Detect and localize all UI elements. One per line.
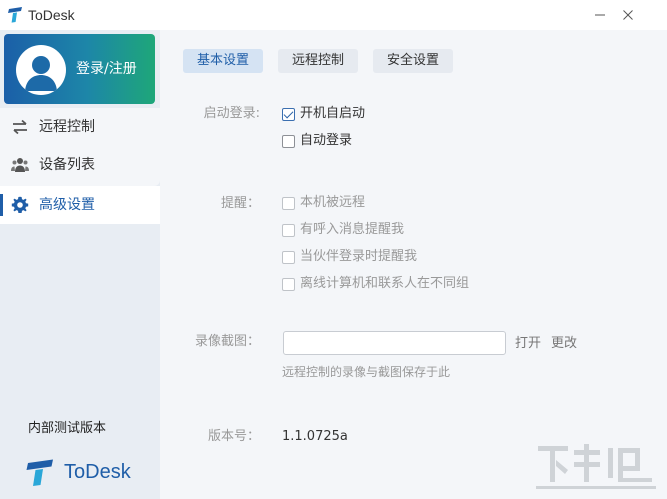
settings-panel: 基本设置 远程控制 安全设置 启动登录: 开机自启动 自动登录 提醒： 本机被远… [160, 30, 667, 499]
todesk-logo-icon [8, 7, 22, 23]
incoming-message-reminder-checkbox[interactable]: 有呼入消息提醒我 [282, 221, 404, 239]
login-label: 登录/注册 [76, 61, 137, 77]
swap-arrows-icon [11, 118, 29, 136]
partner-login-reminder-checkbox[interactable]: 当伙伴登录时提醒我 [282, 248, 417, 266]
build-tag: 内部测试版本 [28, 421, 107, 436]
sidebar-item-remote-control[interactable]: 远程控制 [0, 108, 160, 146]
recording-path-input[interactable] [283, 331, 506, 355]
checkbox-unchecked[interactable] [282, 196, 295, 210]
autostart-checkbox[interactable]: 开机自启动 [282, 105, 365, 123]
checkbox-unchecked[interactable] [282, 223, 295, 237]
users-icon [11, 156, 29, 174]
sidebar: 登录/注册 远程控制 设备列表 高级设置 内部测试版本 ToDesk [0, 30, 160, 499]
change-folder-button[interactable]: 更改 [551, 335, 577, 353]
watermark-logo-icon [536, 444, 656, 489]
version-label: 版本号： [207, 429, 260, 444]
minimize-icon [595, 14, 605, 16]
login-card[interactable]: 登录/注册 [4, 34, 155, 104]
sidebar-item-label: 远程控制 [39, 119, 95, 135]
checkbox-unchecked[interactable] [282, 250, 295, 264]
checkbox-label: 离线计算机和联系人在不同组 [300, 276, 470, 291]
brand-name: ToDesk [64, 460, 131, 483]
close-button[interactable] [618, 5, 638, 25]
checkbox-label: 自动登录 [300, 133, 353, 148]
checkbox-unchecked[interactable] [282, 134, 295, 148]
recording-hint: 远程控制的录像与截图保存于此 [282, 365, 451, 379]
open-folder-button[interactable]: 打开 [515, 335, 541, 353]
window-title: ToDesk [28, 7, 75, 23]
tab-security-settings[interactable]: 安全设置 [373, 49, 454, 73]
checkbox-label: 本机被远程 [300, 195, 366, 210]
close-icon [623, 10, 633, 20]
version-value: 1.1.0725a [282, 429, 348, 444]
checkbox-unchecked[interactable] [282, 277, 295, 291]
tab-remote-control[interactable]: 远程控制 [278, 49, 359, 73]
user-avatar-icon [25, 56, 57, 91]
recording-label: 录像截图： [194, 334, 260, 349]
checkbox-checked[interactable] [282, 107, 295, 121]
sidebar-item-label: 高级设置 [39, 197, 95, 213]
tab-basic-settings[interactable]: 基本设置 [183, 49, 264, 73]
nav-group: 远程控制 设备列表 [0, 108, 160, 186]
remoted-reminder-checkbox[interactable]: 本机被远程 [282, 194, 365, 212]
checkbox-label: 有呼入消息提醒我 [300, 222, 405, 237]
gear-icon [11, 196, 29, 214]
avatar [16, 45, 66, 95]
checkbox-label: 开机自启动 [300, 106, 366, 121]
startup-label: 启动登录: [203, 106, 260, 121]
reminder-label: 提醒： [220, 196, 260, 211]
sidebar-item-device-list[interactable]: 设备列表 [0, 146, 160, 184]
todesk-logo-icon [26, 459, 53, 486]
title-bar: ToDesk [0, 0, 667, 30]
sidebar-item-label: 设备列表 [39, 157, 95, 173]
brand: ToDesk [26, 458, 131, 486]
auto-login-checkbox[interactable]: 自动登录 [282, 132, 352, 150]
checkbox-label: 当伙伴登录时提醒我 [300, 249, 418, 264]
minimize-button[interactable] [590, 5, 610, 25]
sidebar-item-advanced-settings[interactable]: 高级设置 [0, 186, 160, 224]
offline-group-checkbox[interactable]: 离线计算机和联系人在不同组 [282, 275, 469, 293]
